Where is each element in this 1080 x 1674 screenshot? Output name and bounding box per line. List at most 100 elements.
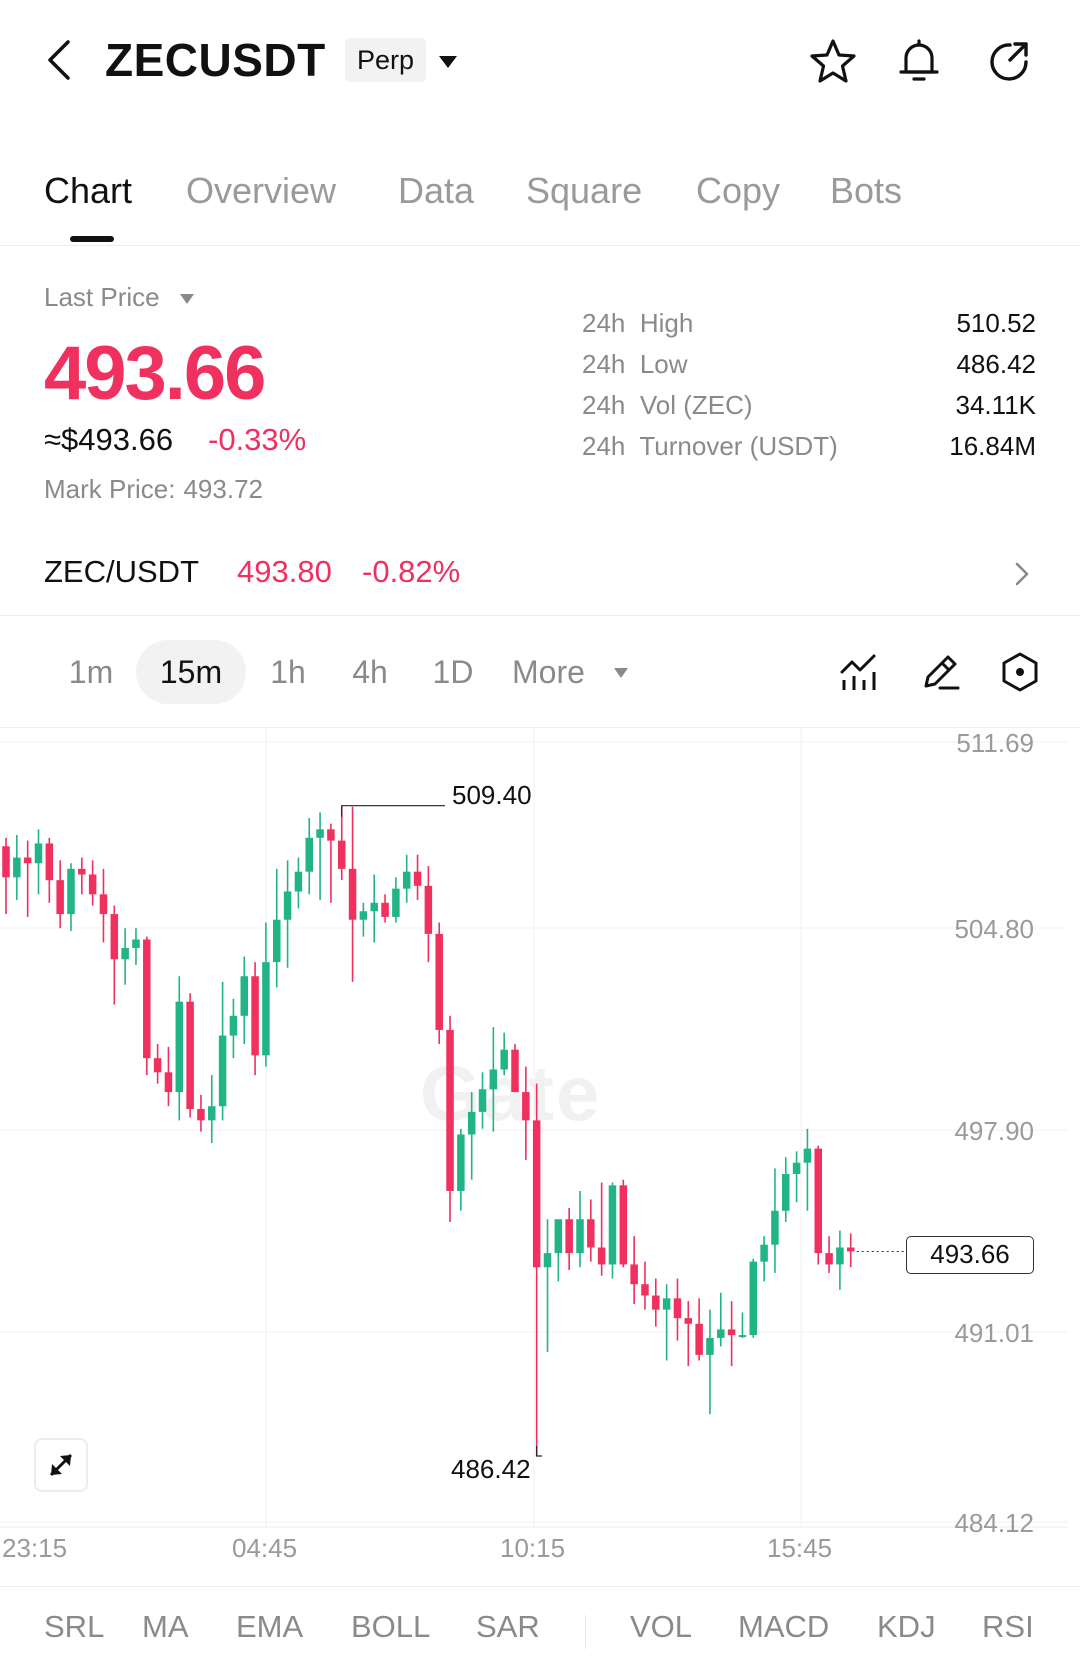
candle-body [110, 914, 119, 960]
candle-body [327, 829, 335, 841]
candle-body [348, 868, 357, 920]
candle-body [294, 871, 303, 892]
tab-overview[interactable]: Overview [186, 170, 336, 212]
candle-body [251, 976, 259, 1056]
active-tab-indicator [70, 236, 114, 242]
candle-body [283, 891, 292, 920]
candle-body [305, 837, 313, 872]
header: ZECUSDT Perp [0, 0, 1080, 130]
caret-down-icon[interactable] [612, 666, 630, 680]
caret-down-icon[interactable] [436, 52, 460, 72]
candle-body [143, 939, 151, 1059]
timeframe-1m[interactable]: 1m [56, 640, 126, 704]
candle-body [229, 1015, 238, 1036]
candle-body [121, 947, 129, 960]
indicator-sar[interactable]: SAR [476, 1609, 540, 1645]
timeframe-more[interactable]: More [512, 640, 608, 704]
bell-icon[interactable] [894, 36, 944, 86]
timeframe-15m[interactable]: 15m [136, 640, 246, 704]
y-axis-label: 511.69 [956, 728, 1034, 758]
spot-market-row[interactable]: ZEC/USDT 493.80 -0.82% [0, 540, 1080, 616]
expand-icon[interactable] [34, 1438, 88, 1492]
candle-body [543, 1253, 552, 1268]
candle-body [641, 1284, 649, 1296]
share-icon[interactable] [984, 36, 1034, 86]
tab-square[interactable]: Square [526, 170, 642, 212]
candle-body [186, 1001, 194, 1110]
24h-stats: 24h High 510.52 24h Low 486.42 24h Vol (… [582, 308, 1036, 472]
candle-body [67, 868, 75, 915]
candle-body [662, 1298, 671, 1310]
high-leader-line [341, 805, 445, 817]
candle-body [88, 874, 97, 895]
tab-bots[interactable]: Bots [830, 170, 902, 212]
indicator-macd[interactable]: MACD [738, 1609, 829, 1645]
star-icon[interactable] [808, 36, 858, 86]
indicator-ema[interactable]: EMA [236, 1609, 303, 1645]
timeframe-1d[interactable]: 1D [420, 640, 486, 704]
y-axis-label: 497.90 [954, 1116, 1034, 1146]
stat-row: 24h Vol (ZEC) 34.11K [582, 390, 1036, 431]
candle-body [587, 1219, 595, 1248]
indicator-ma[interactable]: MA [142, 1609, 189, 1645]
tab-bar: Chart Overview Data Square Copy Bots [0, 160, 1080, 246]
spot-pair: ZEC/USDT [44, 554, 199, 589]
candle-body [478, 1089, 487, 1112]
candle-body [684, 1318, 693, 1324]
settings-hexagon-icon[interactable] [998, 650, 1042, 694]
indicator-vol[interactable]: VOL [630, 1609, 692, 1645]
contract-type-badge[interactable]: Perp [345, 38, 427, 82]
back-icon[interactable] [40, 36, 80, 84]
timeframe-1h[interactable]: 1h [256, 640, 320, 704]
mark-price: Mark Price: 493.72 [44, 474, 263, 505]
candle-body [738, 1335, 747, 1338]
candle-body [435, 933, 443, 1030]
x-axis-label: 23:15 [2, 1533, 68, 1563]
y-axis-label: 504.80 [954, 914, 1034, 944]
indicator-kdj[interactable]: KDJ [877, 1609, 936, 1645]
stat-label: 24h Low [582, 349, 688, 379]
candle-body [413, 871, 422, 886]
candle-body [532, 1120, 541, 1268]
candlestick-chart[interactable]: Gate 511.69 504.80 497.90 491.01 484.12 … [0, 728, 1080, 1586]
candle-body [630, 1264, 638, 1285]
candle-body [836, 1247, 844, 1265]
candle-body [153, 1058, 162, 1073]
chevron-right-icon[interactable] [1012, 558, 1032, 590]
candle-body [273, 919, 281, 963]
caret-down-icon[interactable] [178, 292, 196, 306]
candle-body [164, 1072, 173, 1093]
stat-row: 24h High 510.52 [582, 308, 1036, 349]
indicator-boll[interactable]: BOLL [351, 1609, 430, 1645]
candle-body [814, 1148, 822, 1254]
timeframe-4h[interactable]: 4h [336, 640, 404, 704]
candle-body [673, 1298, 682, 1319]
spot-change: -0.82% [362, 554, 461, 589]
indicator-chart-icon[interactable] [838, 650, 882, 694]
candle-canvas[interactable] [0, 728, 1080, 1586]
candle-body [760, 1244, 768, 1262]
candle-body [608, 1185, 617, 1265]
candle-body [402, 871, 411, 889]
tab-data[interactable]: Data [398, 170, 474, 212]
candle-body [695, 1323, 703, 1355]
tab-chart[interactable]: Chart [44, 170, 132, 212]
candle-body [2, 846, 10, 878]
candle-body [500, 1049, 508, 1070]
indicator-srl[interactable]: SRL [44, 1609, 104, 1645]
indicator-bar: SRL MA EMA BOLL SAR VOL MACD KDJ RSI [0, 1586, 1080, 1674]
timeframe-bar: 1m 15m 1h 4h 1D More [0, 616, 1080, 728]
candle-body [197, 1109, 205, 1121]
candle-body [316, 829, 324, 838]
candle-body [792, 1162, 801, 1175]
y-axis-label: 484.12 [954, 1508, 1034, 1538]
pencil-icon[interactable] [918, 650, 962, 694]
price-change-percent: -0.33% [208, 422, 307, 457]
candle-body [218, 1035, 227, 1107]
symbol-title[interactable]: ZECUSDT [105, 33, 326, 87]
last-price-label[interactable]: Last Price [44, 282, 160, 313]
candle-body [457, 1134, 465, 1191]
y-axis-label: 491.01 [954, 1318, 1034, 1348]
tab-copy[interactable]: Copy [696, 170, 780, 212]
indicator-rsi[interactable]: RSI [982, 1609, 1034, 1645]
